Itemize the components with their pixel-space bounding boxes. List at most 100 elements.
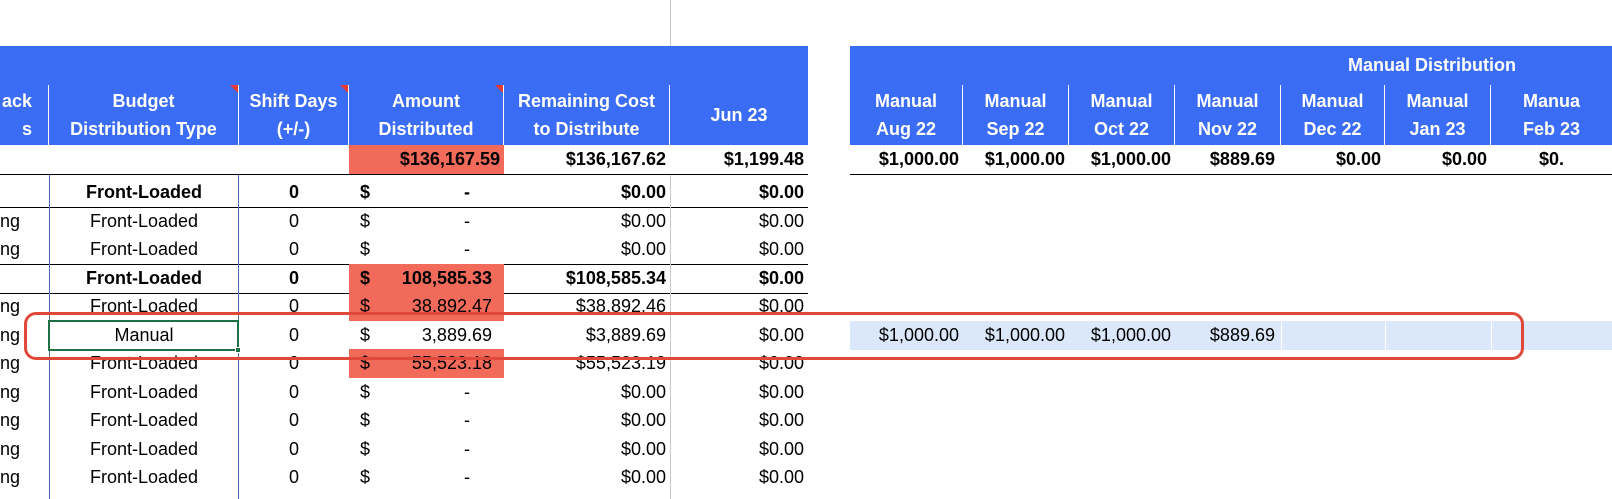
total-manual-feb-23[interactable]: $0. [1491, 145, 1612, 174]
total-manual-nov-22[interactable]: $889.69 [1175, 145, 1281, 174]
remaining-cost-cell[interactable]: $0.00 [504, 207, 670, 236]
header-manual-nov-22[interactable]: Manual Nov 22 [1175, 85, 1281, 145]
amount-distributed-cell[interactable]: $ - [349, 435, 504, 464]
header-manual-sep-22[interactable]: Manual Sep 22 [963, 85, 1069, 145]
amount-distributed-cell[interactable]: $ 108,585.33 [349, 263, 504, 293]
budget-distribution-type-cell[interactable]: Front-Loaded [49, 264, 239, 293]
amount-value: - [464, 438, 470, 459]
totals-bottom-border [0, 174, 808, 175]
currency-symbol: $ [360, 467, 371, 487]
shift-days-cell[interactable]: 0 [239, 435, 349, 464]
amount-distributed-cell[interactable]: $ - [349, 378, 504, 407]
row-label-partial[interactable]: ng [0, 378, 49, 407]
table-row: ng Front-Loaded 0 $ - $0.00 $0.00 [0, 378, 1612, 407]
left-header-band [0, 46, 808, 85]
header-remaining-cost[interactable]: Remaining Cost to Distribute [504, 85, 670, 145]
jun-23-cell[interactable]: $0.00 [670, 406, 808, 435]
header-manual-jan-23[interactable]: Manual Jan 23 [1385, 85, 1491, 145]
budget-distribution-type-cell[interactable]: Front-Loaded [49, 235, 239, 264]
amount-distributed-cell[interactable]: $ - [349, 207, 504, 236]
table-row: ng Front-Loaded 0 $ - $0.00 $0.00 [0, 235, 1612, 264]
comment-indicator-icon [340, 85, 348, 93]
annotation-highlight-box [24, 312, 1524, 360]
header-manual-dec-22[interactable]: Manual Dec 22 [1281, 85, 1385, 145]
remaining-cost-cell[interactable]: $0.00 [504, 406, 670, 435]
shift-days-cell[interactable]: 0 [239, 235, 349, 264]
budget-distribution-type-cell[interactable]: Front-Loaded [49, 178, 239, 207]
budget-distribution-type-cell[interactable]: Front-Loaded [49, 378, 239, 407]
shift-days-cell[interactable]: 0 [239, 406, 349, 435]
total-manual-oct-22[interactable]: $1,000.00 [1069, 145, 1175, 174]
header-manual-oct-22[interactable]: Manual Oct 22 [1069, 85, 1175, 145]
total-manual-sep-22[interactable]: $1,000.00 [963, 145, 1069, 174]
row-label-partial[interactable] [0, 264, 49, 293]
budget-distribution-type-cell[interactable]: Front-Loaded [49, 406, 239, 435]
remaining-cost-cell[interactable]: $0.00 [504, 463, 670, 492]
budget-distribution-type-cell[interactable]: Front-Loaded [49, 435, 239, 464]
header-jun-23[interactable]: Jun 23 [670, 85, 808, 145]
remaining-cost-cell[interactable]: $0.00 [504, 378, 670, 407]
jun-23-cell[interactable]: $0.00 [670, 178, 808, 207]
total-manual-dec-22[interactable]: $0.00 [1281, 145, 1385, 174]
remaining-cost-cell[interactable]: $108,585.34 [504, 264, 670, 293]
budget-distribution-type-cell[interactable]: Front-Loaded [49, 207, 239, 236]
amount-distributed-cell[interactable]: $ - [349, 406, 504, 435]
totals-row: $136,167.59 $136,167.62 $1,199.48 $1,000… [0, 145, 1612, 175]
table-row: ng Front-Loaded 0 $ - $0.00 $0.00 [0, 207, 1612, 236]
header-manual-feb-23[interactable]: Manua Feb 23 [1491, 85, 1612, 145]
remaining-cost-cell[interactable]: $0.00 [504, 235, 670, 264]
jun-23-cell[interactable]: $0.00 [670, 264, 808, 293]
manual-column-headers: Manual Aug 22 Manual Sep 22 Manual Oct 22 M… [850, 85, 1612, 145]
amount-distributed-cell[interactable]: $ - [349, 463, 504, 492]
amount-distributed-cell[interactable]: $ - [349, 178, 504, 207]
currency-symbol: $ [360, 210, 371, 231]
amount-value: - [464, 182, 470, 202]
total-jun-23[interactable]: $1,199.48 [670, 145, 808, 174]
currency-symbol: $ [360, 410, 371, 430]
jun-23-cell[interactable]: $0.00 [670, 235, 808, 264]
jun-23-cell[interactable]: $0.00 [670, 463, 808, 492]
currency-symbol: $ [360, 182, 371, 202]
total-manual-aug-22[interactable]: $1,000.00 [850, 145, 963, 174]
budget-distribution-type-cell[interactable]: Front-Loaded [49, 463, 239, 492]
header-manual-aug-22[interactable]: Manual Aug 22 [850, 85, 963, 145]
header-partial-column[interactable]: ack s [0, 85, 49, 145]
table-row: Front-Loaded 0 $ - $0.00 $0.00 [0, 178, 1612, 207]
remaining-cost-cell[interactable]: $0.00 [504, 435, 670, 464]
shift-days-cell[interactable]: 0 [239, 264, 349, 293]
row-label-partial[interactable]: ng [0, 406, 49, 435]
total-manual-jan-23[interactable]: $0.00 [1385, 145, 1491, 174]
amount-value: - [464, 381, 470, 402]
shift-days-cell[interactable]: 0 [239, 178, 349, 207]
row-label-partial[interactable]: ng [0, 463, 49, 492]
amount-value: - [464, 239, 470, 259]
remaining-cost-cell[interactable]: $0.00 [504, 178, 670, 207]
table-row: Front-Loaded 0 $ 108,585.33 $108,585.34 $0… [0, 263, 1612, 293]
shift-days-cell[interactable]: 0 [239, 207, 349, 236]
header-shift-days[interactable]: Shift Days (+/-) [239, 85, 349, 145]
totals-bottom-border-right [850, 174, 1612, 175]
table-row: ng Front-Loaded 0 $ - $0.00 $0.00 [0, 463, 1612, 492]
left-column-headers: ack s Budget Distribution Type Shift Days(… [0, 85, 808, 145]
table-row: ng Front-Loaded 0 $ - $0.00 $0.00 [0, 435, 1612, 464]
row-label-partial[interactable] [0, 178, 49, 207]
table-row: ng Front-Loaded 0 $ - $0.00 $0.00 [0, 406, 1612, 435]
amount-value: - [464, 210, 470, 231]
amount-distributed-cell[interactable]: $ - [349, 235, 504, 264]
row-label-partial[interactable]: ng [0, 435, 49, 464]
header-budget-distribution-type[interactable]: Budget Distribution Type [49, 85, 239, 145]
total-amount-distributed[interactable]: $136,167.59 [349, 145, 504, 174]
total-remaining-cost[interactable]: $136,167.62 [504, 145, 670, 174]
shift-days-cell[interactable]: 0 [239, 378, 349, 407]
column-divider [670, 0, 671, 46]
jun-23-cell[interactable]: $0.00 [670, 435, 808, 464]
amount-value: 108,585.33 [401, 267, 492, 288]
shift-days-cell[interactable]: 0 [239, 463, 349, 492]
row-label-partial[interactable]: ng [0, 207, 49, 236]
currency-symbol: $ [360, 267, 371, 288]
header-amount-distributed[interactable]: Amount Distributed [349, 85, 504, 145]
row-label-partial[interactable]: ng [0, 235, 49, 264]
jun-23-cell[interactable]: $0.00 [670, 207, 808, 236]
jun-23-cell[interactable]: $0.00 [670, 378, 808, 407]
currency-symbol: $ [360, 381, 371, 402]
